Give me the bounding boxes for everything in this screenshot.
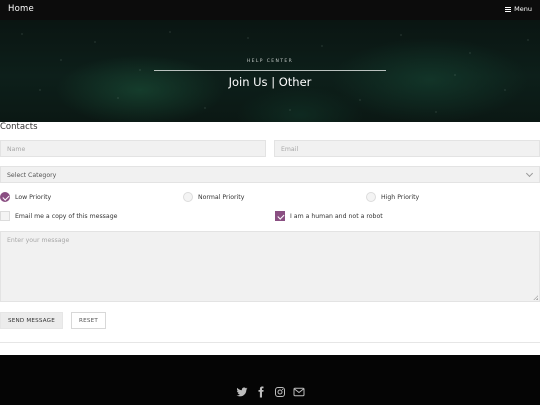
message-placeholder: Enter your message	[7, 237, 70, 244]
human-check-label: I am a human and not a robot	[290, 212, 383, 220]
message-textarea[interactable]: Enter your message	[0, 231, 540, 302]
mail-icon[interactable]	[293, 383, 305, 397]
send-message-button[interactable]: SEND MESSAGE	[0, 312, 63, 329]
reset-button[interactable]: RESET	[71, 312, 106, 329]
radio-checked-icon[interactable]	[0, 192, 10, 202]
radio-unchecked-icon[interactable]	[183, 192, 193, 202]
resize-handle-icon[interactable]	[533, 295, 538, 300]
priority-normal-option[interactable]: Normal Priority	[183, 192, 244, 202]
menu-label: Menu	[514, 5, 532, 13]
priority-normal-label: Normal Priority	[198, 193, 245, 201]
checkbox-checked-icon[interactable]	[275, 211, 285, 221]
section-heading: Contacts	[0, 122, 38, 132]
top-nav-bar: Home Menu	[0, 0, 540, 20]
menu-button[interactable]: Menu	[505, 5, 532, 13]
page-title: Join Us | Other	[228, 75, 312, 89]
hero-banner: HELP CENTER Join Us | Other	[0, 20, 540, 122]
email-copy-label: Email me a copy of this message	[15, 212, 118, 220]
priority-low-option[interactable]: Low Priority	[0, 192, 51, 202]
priority-high-label: High Priority	[381, 193, 420, 201]
facebook-icon[interactable]	[255, 383, 267, 398]
name-field[interactable]: Name	[0, 140, 266, 157]
social-links	[236, 383, 305, 398]
checkbox-unchecked-icon[interactable]	[0, 211, 10, 221]
instagram-icon[interactable]	[274, 383, 286, 397]
category-selected-value: Select Category	[7, 172, 57, 179]
priority-high-option[interactable]: High Priority	[366, 192, 419, 202]
chevron-down-icon	[525, 169, 534, 178]
content-divider	[0, 342, 540, 343]
hamburger-icon	[505, 6, 512, 12]
hero-divider	[154, 70, 386, 71]
footer	[0, 355, 540, 405]
email-copy-option[interactable]: Email me a copy of this message	[0, 211, 117, 221]
radio-unchecked-icon[interactable]	[366, 192, 376, 202]
home-link[interactable]: Home	[8, 4, 34, 14]
human-check-option[interactable]: I am a human and not a robot	[275, 211, 383, 221]
email-field[interactable]: Email	[274, 140, 540, 157]
category-select[interactable]: Select Category	[0, 166, 540, 183]
priority-low-label: Low Priority	[15, 193, 52, 201]
starfield-decoration	[21, 31, 529, 113]
twitter-icon[interactable]	[236, 383, 248, 397]
hero-kicker: HELP CENTER	[246, 59, 294, 64]
